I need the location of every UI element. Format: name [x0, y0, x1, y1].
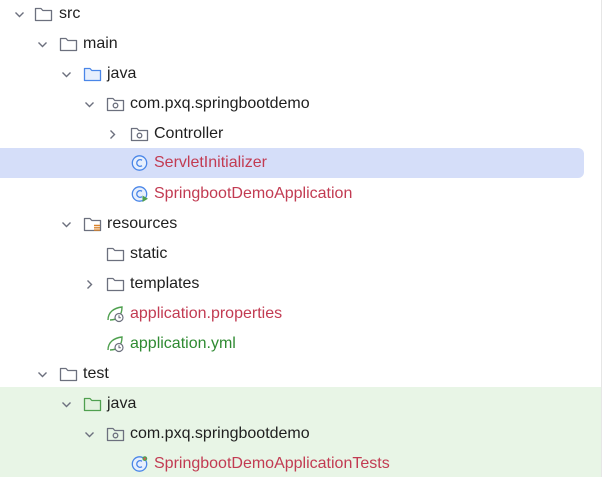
tree-node-label: SpringbootDemoApplicationTests — [154, 455, 390, 472]
spring-boot-application-icon — [131, 186, 148, 202]
test-folder-icon — [83, 397, 102, 412]
tree-node-label: SpringbootDemoApplication — [154, 185, 353, 202]
tree-node-spring-app[interactable]: SpringbootDemoApplication — [0, 179, 601, 209]
chevron-down-icon[interactable] — [61, 219, 72, 230]
tree-node-src[interactable]: src — [0, 0, 601, 29]
folder-icon — [59, 367, 78, 382]
tree-node-label: main — [83, 35, 118, 52]
spring-config-icon — [107, 306, 124, 323]
source-folder-icon — [83, 67, 102, 82]
folder-icon — [106, 277, 125, 292]
tree-node-test-java[interactable]: java — [0, 389, 601, 419]
tree-node-resources[interactable]: resources — [0, 209, 601, 239]
chevron-down-icon[interactable] — [37, 369, 48, 380]
tree-node-controller[interactable]: Controller — [0, 119, 601, 149]
class-icon — [131, 155, 148, 171]
folder-icon — [34, 7, 53, 22]
chevron-down-icon[interactable] — [61, 69, 72, 80]
chevron-down-icon[interactable] — [37, 39, 48, 50]
tree-node-static[interactable]: static — [0, 239, 601, 269]
package-icon — [106, 97, 125, 112]
resources-folder-icon — [83, 217, 102, 232]
tree-node-test-package[interactable]: com.pxq.springbootdemo — [0, 419, 601, 449]
chevron-down-icon[interactable] — [84, 429, 95, 440]
chevron-down-icon[interactable] — [14, 9, 25, 20]
test-class-icon — [131, 456, 148, 472]
tree-node-main[interactable]: main — [0, 29, 601, 59]
tree-node-label: templates — [130, 275, 200, 292]
package-icon — [130, 127, 149, 142]
panel-divider — [601, 0, 602, 477]
chevron-right-icon[interactable] — [107, 129, 118, 140]
tree-node-main-java[interactable]: java — [0, 59, 601, 89]
tree-node-test-class[interactable]: SpringbootDemoApplicationTests — [0, 449, 601, 479]
tree-node-label: java — [107, 395, 137, 412]
tree-node-label: Controller — [154, 125, 224, 142]
selection-highlight — [0, 148, 584, 178]
chevron-right-icon[interactable] — [84, 279, 95, 290]
package-icon — [106, 427, 125, 442]
tree-node-main-package[interactable]: com.pxq.springbootdemo — [0, 89, 601, 119]
tree-node-label: ServletInitializer — [154, 154, 267, 171]
spring-config-icon — [107, 336, 124, 353]
tree-node-application-yml[interactable]: application.yml — [0, 329, 601, 359]
tree-node-application-properties[interactable]: application.properties — [0, 299, 601, 329]
tree-node-label: application.properties — [130, 305, 283, 322]
chevron-down-icon[interactable] — [84, 99, 95, 110]
tree-node-label: com.pxq.springbootdemo — [130, 425, 310, 442]
tree-node-label: static — [130, 245, 168, 262]
tree-node-templates[interactable]: templates — [0, 269, 601, 299]
tree-node-label: java — [107, 65, 137, 82]
folder-icon — [59, 37, 78, 52]
project-tree: src main java com.pxq.springbootdemo Con… — [0, 0, 605, 477]
tree-node-test[interactable]: test — [0, 359, 601, 389]
tree-node-label: test — [83, 365, 109, 382]
tree-node-label: application.yml — [130, 335, 236, 352]
tree-node-label: resources — [107, 215, 178, 232]
chevron-down-icon[interactable] — [61, 399, 72, 410]
tree-node-label: src — [59, 5, 81, 22]
tree-node-label: com.pxq.springbootdemo — [130, 95, 310, 112]
tree-node-servlet-initializer[interactable]: ServletInitializer — [0, 148, 601, 178]
folder-icon — [106, 247, 125, 262]
